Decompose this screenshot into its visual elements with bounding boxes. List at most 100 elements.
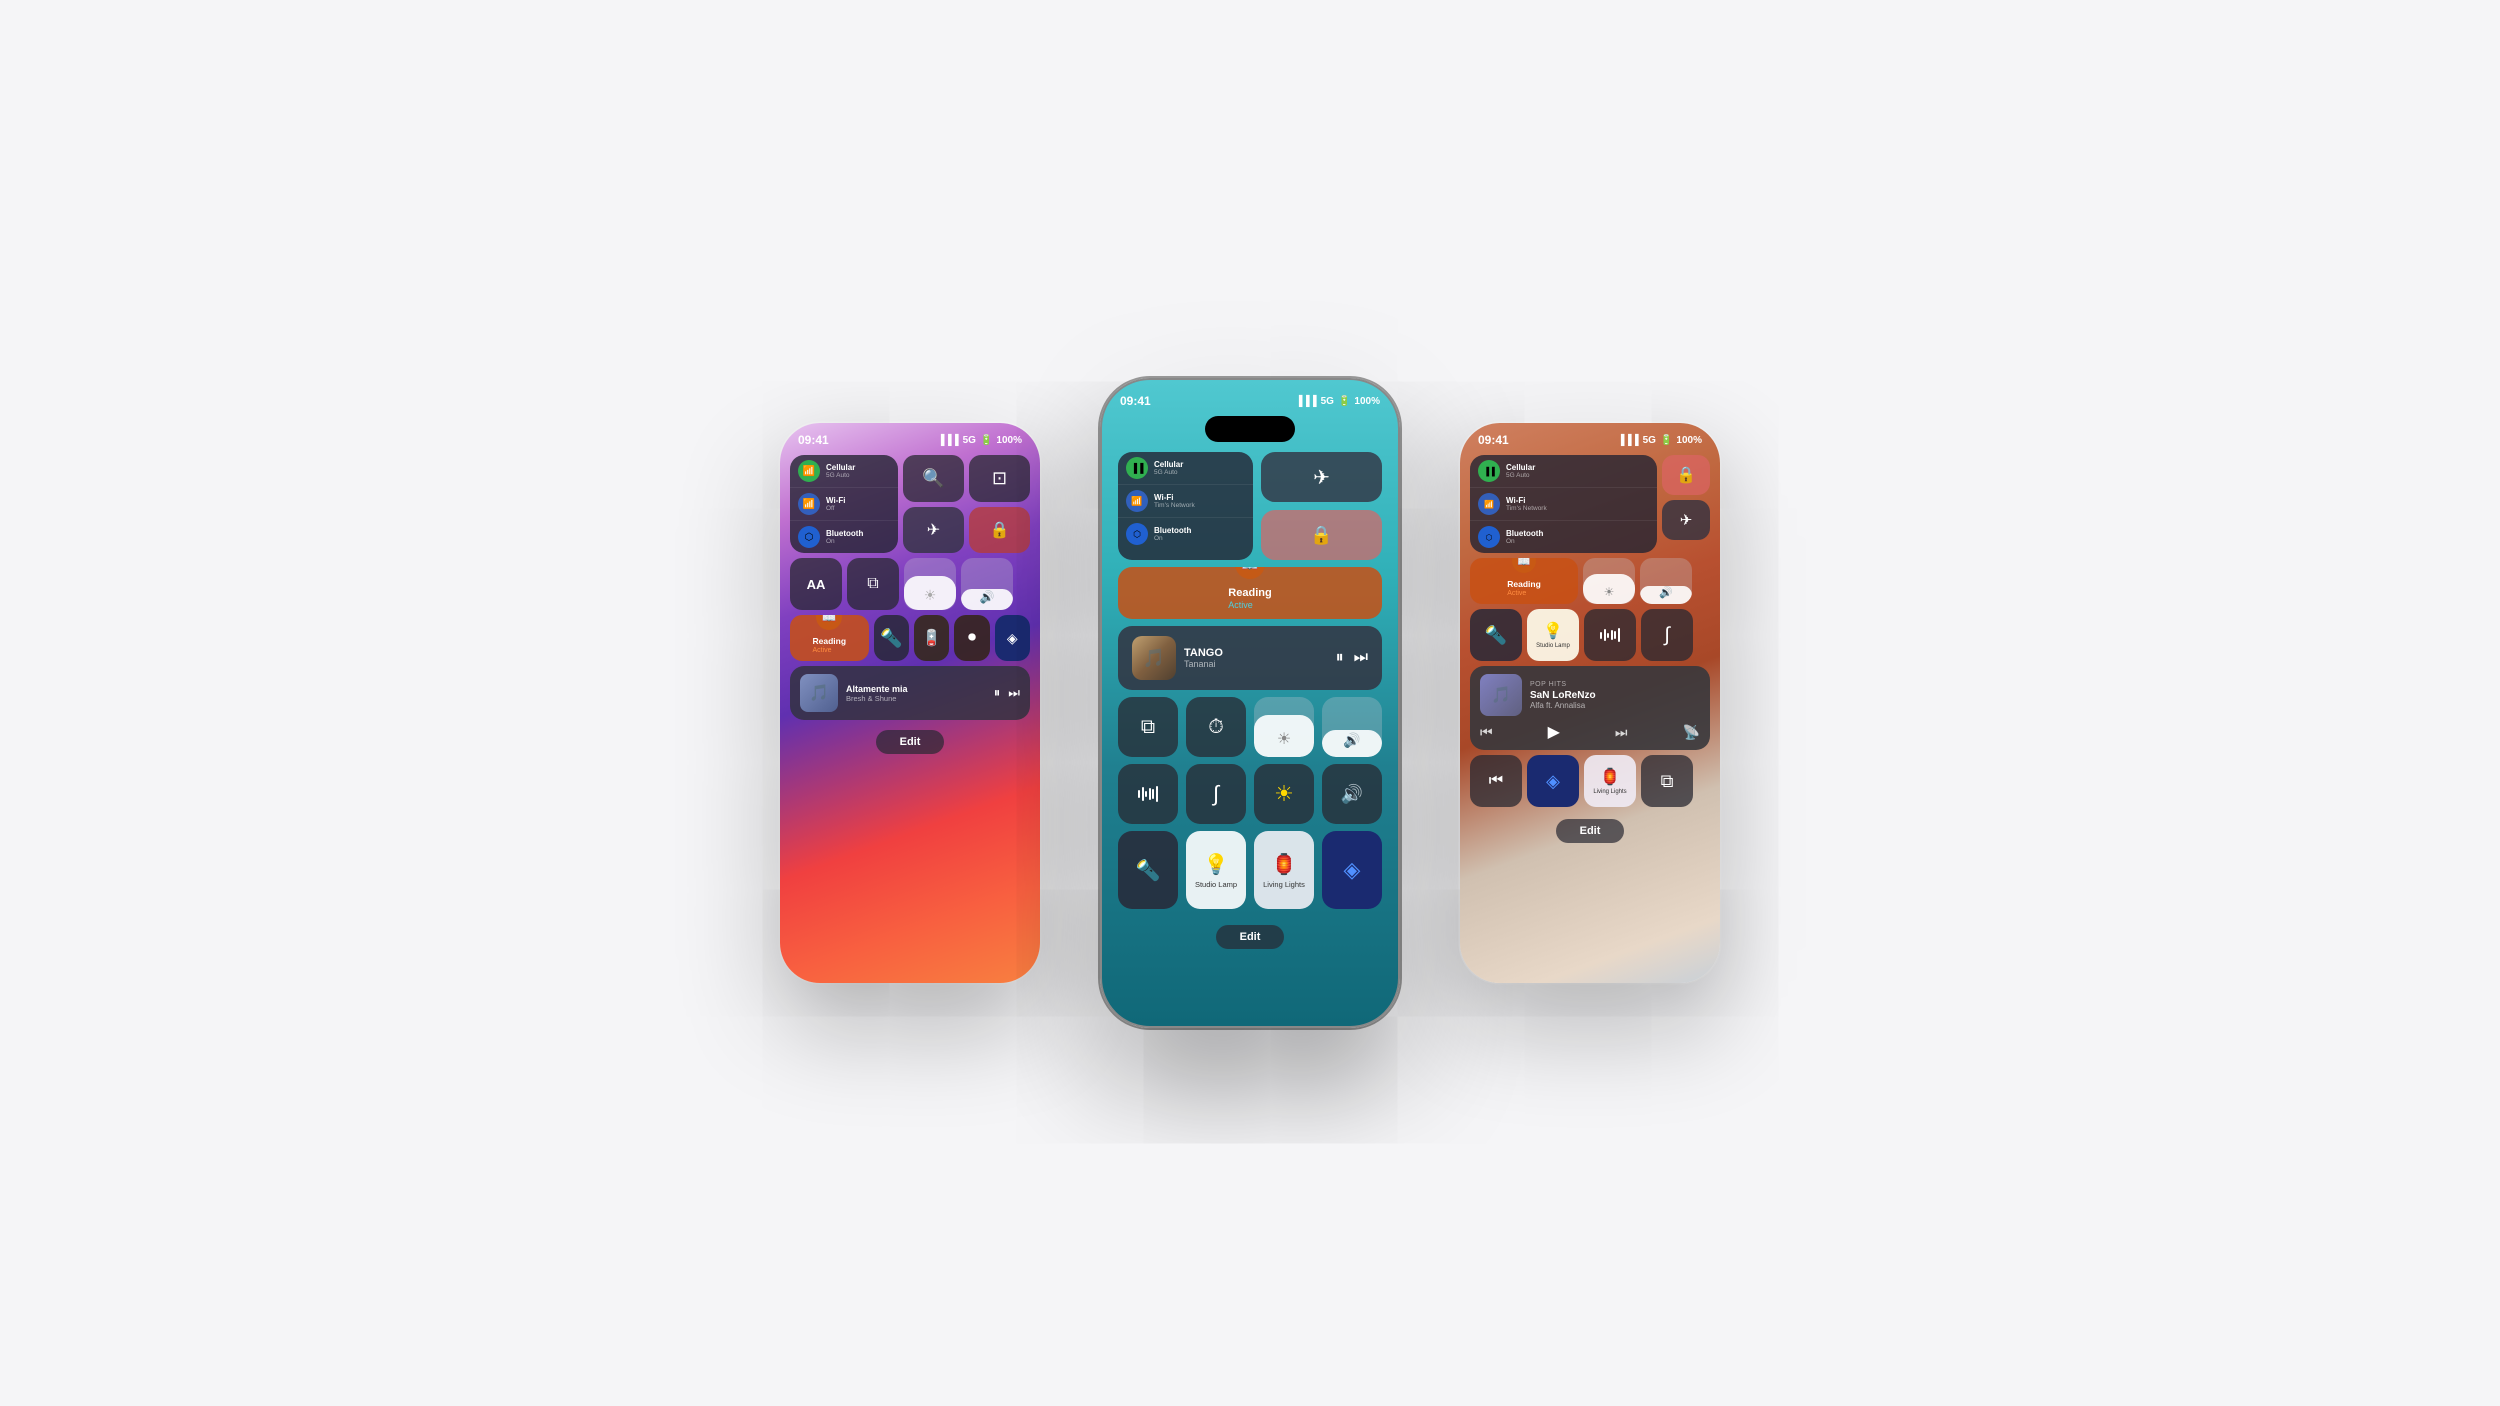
volume-slider-left[interactable]: 🔊 [961,558,1013,610]
wifi-item-right[interactable]: 📶 Wi-Fi Tim's Network [1470,488,1657,521]
reading-tile-right[interactable]: 📖 Reading Active [1470,558,1578,604]
next-icon-center[interactable]: ⏭ [1354,649,1368,667]
living-lights-tile-center[interactable]: 🏮 Living Lights [1254,831,1314,909]
timer-icon-center: ⏱ [1208,716,1224,739]
bluetooth-icon-center: ⬡ [1126,523,1148,545]
wifi-name-right: Wi-Fi [1506,496,1547,505]
airplay-icon-right[interactable]: 📡 [1683,724,1700,741]
reading-tile-center[interactable]: 📖 Reading Active [1118,567,1382,619]
right-row3: 🔦 💡 Studio Lamp [1470,609,1710,661]
time-center: 09:41 [1120,394,1151,408]
cellular-item-center[interactable]: ▐▐ Cellular 5G Auto [1118,452,1253,485]
airplane-icon-left: ✈ [927,520,940,540]
airplane-button-right[interactable]: ✈ [1662,500,1710,540]
connectivity-block-center[interactable]: ▐▐ Cellular 5G Auto 📶 Wi-Fi Tim's Networ… [1118,452,1253,560]
brightness-slider-right[interactable]: ☀ [1583,558,1635,604]
window-button-left[interactable]: ⧉ [847,558,899,610]
window-button-right[interactable]: ⧉ [1641,755,1693,807]
center-row4: ⧉ ⏱ ☀ 🔊 [1118,697,1382,757]
waveform-icon-center [1138,786,1158,802]
music-art-icon-center: 🎵 [1143,648,1165,669]
waveform-button-center[interactable] [1118,764,1178,824]
volume-slider-right[interactable]: 🔊 [1640,558,1692,604]
history-button-right[interactable]: ⏮ [1470,755,1522,807]
script-button-right[interactable]: ∫ [1641,609,1693,661]
lock-rotate-button-left[interactable]: 🔒 [969,507,1030,554]
window-icon-right: ⧉ [1661,771,1674,792]
studio-lamp-tile-center[interactable]: 💡 Studio Lamp [1186,831,1246,909]
bluetooth-item-center[interactable]: ⬡ Bluetooth On [1118,518,1253,550]
cellular-icon-center: ▐▐ [1126,457,1148,479]
record-button-left[interactable]: ⏺ [954,615,989,661]
prev-icon-right[interactable]: ⏮ [1480,724,1493,741]
status-icons-left: ▐▐▐ 5G 🔋 100% [937,435,1022,446]
next-icon-left[interactable]: ⏭ [1008,685,1020,701]
connectivity-block-left[interactable]: 📶 Cellular 5G Auto 📶 Wi-Fi Off [790,455,898,553]
volume-slider-center[interactable]: 🔊 [1322,697,1382,757]
brightness-slider-left[interactable]: ☀ [904,558,956,610]
text-size-button-left[interactable]: AA [790,558,842,610]
timer-button-center[interactable]: ⏱ [1186,697,1246,757]
edit-button-center[interactable]: Edit [1216,925,1285,949]
music-tile-right[interactable]: 🎵 POP HITS SaN LoReNzo Alfa ft. Annalisa… [1470,666,1710,750]
airplane-button-center[interactable]: ✈ [1261,452,1382,502]
music-art-icon-left: 🎵 [809,683,829,703]
reading-tile-left[interactable]: 📖 Reading Active [790,615,869,661]
lock-rotate-button-right[interactable]: 🔒 [1662,455,1710,495]
center-row2: 📖 Reading Active [1118,567,1382,619]
magnify-button-left[interactable]: 🔍 [903,455,964,502]
waveform-icon-right [1600,627,1620,643]
voicemail-icon-left: ⊡ [992,468,1007,489]
connectivity-block-right[interactable]: ▐▐ Cellular 5G Auto 📶 Wi-Fi Tim's Networ… [1470,455,1657,553]
studio-lamp-icon-right: 💡 [1543,621,1563,641]
wifi-item-left[interactable]: 📶 Wi-Fi Off [790,488,898,521]
voicemail-button-left[interactable]: ⊡ [969,455,1030,502]
music-tile-center[interactable]: 🎵 TANGO Tananai ⏸ ⏭ [1118,626,1382,690]
brightness-slider-center[interactable]: ☀ [1254,697,1314,757]
sun-button-center[interactable]: ☀ [1254,764,1314,824]
right-row5: ⏮ ◈ 🏮 Living Lights ⧉ [1470,755,1710,807]
center-row6: 🔦 💡 Studio Lamp 🏮 Living Lights ◈ [1118,831,1382,909]
window-button-center[interactable]: ⧉ [1118,697,1178,757]
airplane-button-left[interactable]: ✈ [903,507,964,554]
status-bar-right: 09:41 ▐▐▐ 5G 🔋 100% [1460,423,1720,451]
cellular-item-right[interactable]: ▐▐ Cellular 5G Auto [1470,455,1657,488]
music-artist-center: Tananai [1184,659,1328,669]
music-tile-left[interactable]: 🎵 Altamente mia Bresh & Shune ⏸ ⏭ [790,666,1030,720]
script-button-center[interactable]: ∫ [1186,764,1246,824]
battery-indicator-center: 🔋 [1338,396,1350,407]
flashlight-button-right[interactable]: 🔦 [1470,609,1522,661]
control-center-center: ▐▐ Cellular 5G Auto 📶 Wi-Fi Tim's Networ… [1102,448,1398,923]
edit-button-right[interactable]: Edit [1556,819,1625,843]
next-icon-right[interactable]: ⏭ [1615,724,1628,741]
cellular-name-left: Cellular [826,463,855,472]
reading-icon-center: 📖 [1235,567,1265,579]
flashlight-button-center[interactable]: 🔦 [1118,831,1178,909]
lock-rotate-button-center[interactable]: 🔒 [1261,510,1382,560]
shazam-button-left[interactable]: ◈ [995,615,1030,661]
bluetooth-sub-left: On [826,538,863,545]
waveform-button-right[interactable] [1584,609,1636,661]
bluetooth-icon-left: ⬡ [798,526,820,548]
studio-lamp-label-right: Studio Lamp [1536,643,1570,650]
living-lights-tile-right[interactable]: 🏮 Living Lights [1584,755,1636,807]
battery-button-left[interactable]: 🪫 [914,615,949,661]
control-center-right: ▐▐ Cellular 5G Auto 📶 Wi-Fi Tim's Networ… [1460,451,1720,813]
bluetooth-item-left[interactable]: ⬡ Bluetooth On [790,521,898,553]
pause-icon-left[interactable]: ⏸ [994,685,1001,701]
edit-button-left[interactable]: Edit [876,730,945,754]
shazam-button-center[interactable]: ◈ [1322,831,1382,909]
studio-lamp-tile-right[interactable]: 💡 Studio Lamp [1527,609,1579,661]
studio-lamp-icon-center: 💡 [1204,852,1229,877]
bluetooth-item-right[interactable]: ⬡ Bluetooth On [1470,521,1657,553]
shazam-button-right[interactable]: ◈ [1527,755,1579,807]
flashlight-button-left[interactable]: 🔦 [874,615,909,661]
cellular-item-left[interactable]: 📶 Cellular 5G Auto [790,455,898,488]
script-icon-right: ∫ [1664,624,1669,647]
music-artist-left: Bresh & Shune [846,694,986,703]
wifi-item-center[interactable]: 📶 Wi-Fi Tim's Network [1118,485,1253,518]
vol-button-center[interactable]: 🔊 [1322,764,1382,824]
play-icon-right[interactable]: ▶ [1548,722,1560,742]
pause-icon-center[interactable]: ⏸ [1336,649,1344,667]
brightness-icon-center: ☀ [1277,729,1291,749]
